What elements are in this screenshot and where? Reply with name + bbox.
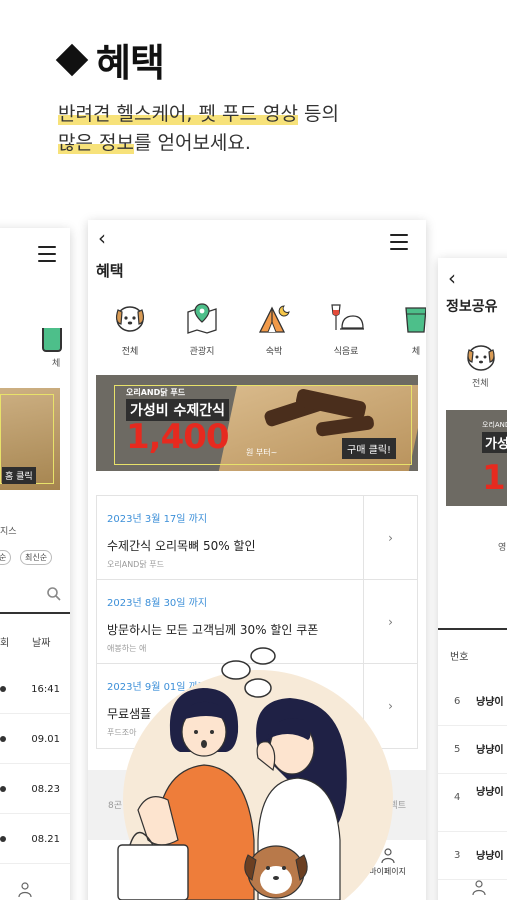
promo-banner[interactable]: 오리AND닭 푸드 가성비 수제간식 1,400 원 부터~ 구매 클릭! xyxy=(96,375,418,471)
category-label: 관광지 xyxy=(189,347,215,357)
right-cat-label[interactable]: 전체 xyxy=(472,376,489,389)
hero-line1-rest: 등의 xyxy=(297,103,339,125)
category-food[interactable]: 식음료 xyxy=(316,300,376,357)
hero-line1-highlight: 반려견 헬스케어, 펫 푸드 영상 xyxy=(58,103,298,125)
right-banner-brand: 오리AND xyxy=(482,421,507,429)
banner-brand: 오리AND닭 푸드 xyxy=(126,388,186,397)
right-side-text: 영 xyxy=(498,543,507,553)
page-title: 혜택 xyxy=(96,262,124,280)
tent-icon xyxy=(258,305,290,333)
left-phone-screen: 체 홈 클릭 지스 순 최신순 회 날짜 16:41 09.01 08.23 0… xyxy=(0,228,70,900)
left-col-date: 날짜 xyxy=(32,638,51,649)
category-row: 전체 관광지 숙박 식음료 체 xyxy=(88,300,426,370)
left-text-ji: 지스 xyxy=(0,527,17,537)
search-icon[interactable] xyxy=(46,586,62,602)
right-title: 정보공유 xyxy=(446,299,498,315)
chevron-left-icon[interactable]: ‹ xyxy=(448,266,456,290)
chevron-right-icon[interactable]: › xyxy=(363,496,417,579)
people-dog-illustration xyxy=(117,647,393,900)
banner-price: 1,400 xyxy=(126,417,230,457)
chevron-left-icon[interactable]: ‹ xyxy=(98,226,106,250)
coupon-vendor: 오리AND닭 푸드 xyxy=(107,560,164,569)
hamburger-menu-icon[interactable] xyxy=(38,246,56,267)
left-sort-latest-chip[interactable]: 최신순 xyxy=(20,550,53,565)
person-icon[interactable] xyxy=(472,880,486,896)
cup-icon xyxy=(42,328,62,352)
list-item[interactable]: 2023년 3월 17일 까지 수제간식 오리목뼈 50% 할인 오리AND닭 … xyxy=(97,496,417,580)
page: 혜택 반려견 헬스케어, 펫 푸드 영상 등의 많은 정보를 얻어보세요. 체 … xyxy=(0,0,507,900)
right-banner-price: 1, xyxy=(482,458,507,498)
left-tab-label[interactable]: 체 xyxy=(52,356,60,369)
dog-face-icon[interactable] xyxy=(464,340,498,374)
person-icon[interactable] xyxy=(18,882,32,898)
right-phone-screen: ‹ 정보공유 전체 오리AND 가성 1, 영 번호 6냥냥이 5냥냥이 4냥냥… xyxy=(438,258,507,900)
food-cloche-icon xyxy=(331,304,364,330)
cup-icon xyxy=(405,307,426,333)
map-pin-icon xyxy=(187,303,217,334)
right-table-header: 번호 xyxy=(438,628,507,678)
left-table-header: 회 날짜 xyxy=(0,612,70,662)
category-stay[interactable]: 숙박 xyxy=(244,300,304,357)
table-row[interactable]: 09.01 xyxy=(0,716,70,764)
table-row[interactable]: 16:41 xyxy=(0,666,70,714)
right-banner[interactable]: 오리AND 가성 1, xyxy=(446,410,507,506)
coupon-name: 방문하시는 모든 고객님께 30% 할인 쿠폰 xyxy=(107,623,319,637)
table-row[interactable]: 3 냥냥이 xyxy=(438,832,507,880)
table-row[interactable]: 5 냥냥이 xyxy=(438,726,507,774)
hero-title: 혜택 xyxy=(55,32,165,87)
banner-buy-button[interactable]: 구매 클릭! xyxy=(342,438,396,459)
left-banner[interactable]: 홈 클릭 xyxy=(0,388,60,490)
dog-face-icon xyxy=(115,306,145,332)
table-row[interactable]: 6 냥냥이 xyxy=(438,678,507,726)
right-banner-subtitle: 가성 xyxy=(482,432,507,453)
hero-line2-rest: 를 얻어보세요. xyxy=(133,132,251,154)
coupon-name: 수제간식 오리목뼈 50% 할인 xyxy=(107,539,256,553)
diamond-icon xyxy=(55,43,89,76)
category-all[interactable]: 전체 xyxy=(100,300,160,357)
right-col-number: 번호 xyxy=(450,652,469,663)
category-label: 체 xyxy=(411,347,421,357)
category-label: 전체 xyxy=(121,347,139,357)
table-row[interactable]: 4냥냥이 점 xyxy=(438,774,507,832)
left-col-count: 회 xyxy=(0,638,10,649)
category-label: 식음료 xyxy=(333,347,359,357)
hero-description: 반려견 헬스케어, 펫 푸드 영상 등의 많은 정보를 얻어보세요. xyxy=(58,100,339,158)
left-sort-chip[interactable]: 순 xyxy=(0,550,12,565)
table-row[interactable]: 08.21 xyxy=(0,816,70,864)
hero-title-text: 혜택 xyxy=(96,41,165,85)
left-banner-buy[interactable]: 홈 클릭 xyxy=(2,467,36,484)
table-row[interactable]: 08.23 xyxy=(0,766,70,814)
hero-line2-highlight: 많은 정보 xyxy=(58,132,134,154)
hamburger-menu-icon[interactable] xyxy=(390,234,408,255)
coupon-date: 2023년 8월 30일 까지 xyxy=(107,598,208,609)
category-label: 숙박 xyxy=(265,347,283,357)
banner-won: 원 부터~ xyxy=(246,448,278,457)
coupon-date: 2023년 3월 17일 까지 xyxy=(107,514,208,525)
category-exp[interactable]: 체 xyxy=(386,300,426,357)
category-tour[interactable]: 관광지 xyxy=(172,300,232,357)
